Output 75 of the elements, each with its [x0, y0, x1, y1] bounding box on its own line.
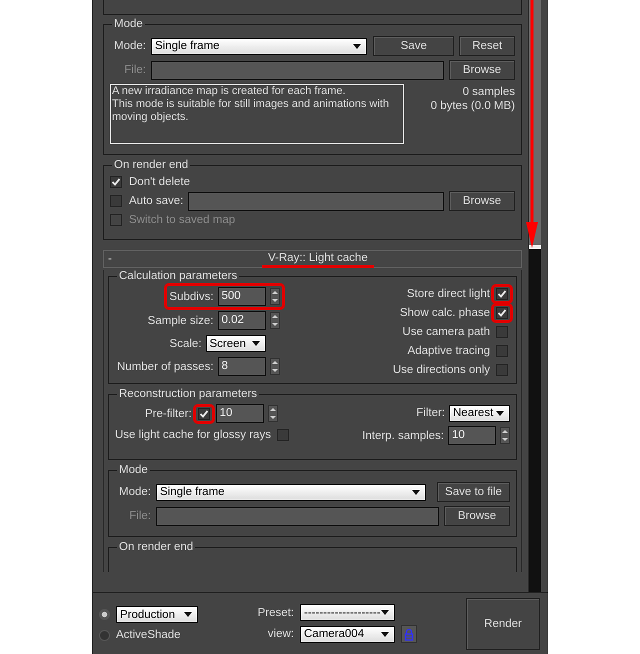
samples-count: 0 samples: [462, 85, 515, 99]
reset-button[interactable]: Reset: [459, 36, 515, 56]
render-button[interactable]: Render: [466, 598, 540, 650]
spinner-arrows-icon[interactable]: [268, 405, 278, 422]
checkbox-label: Adaptive tracing: [408, 344, 490, 356]
radio-button[interactable]: [99, 630, 110, 640]
group-title: On render end: [118, 541, 194, 553]
memory-size: 0 bytes (0.0 MB): [430, 99, 515, 113]
collapse-toggle[interactable]: -: [108, 253, 122, 265]
field-label: Sample size:: [148, 314, 214, 326]
spinner-arrows-icon[interactable]: [500, 427, 510, 444]
spinner-arrows-icon[interactable]: [270, 358, 280, 375]
dropdown[interactable]: Camera004: [300, 626, 395, 642]
field-label: Mode:: [113, 40, 146, 52]
group-title: Calculation parameters: [118, 270, 238, 282]
checkbox[interactable]: [110, 195, 122, 207]
field-label: Interp. samples:: [362, 430, 444, 442]
field-label: File:: [123, 64, 146, 76]
caret-icon: [381, 610, 389, 615]
field-label: Scale:: [170, 338, 202, 350]
checkbox[interactable]: [496, 364, 508, 376]
radio-button[interactable]: [99, 609, 110, 620]
checkbox-label: Switch to saved map: [129, 214, 236, 226]
caret-icon: [252, 341, 260, 346]
checkbox[interactable]: [496, 326, 508, 338]
dropdown[interactable]: Single frame: [156, 484, 426, 500]
dropdown[interactable]: Production: [116, 606, 198, 623]
field-label: Number of passes:: [117, 360, 214, 372]
checkbox-label: Use directions only: [392, 364, 490, 376]
caret-icon: [496, 410, 504, 416]
number-field[interactable]: 10: [448, 426, 496, 445]
checkbox-label: Show calc. phase: [400, 306, 490, 318]
dropdown[interactable]: Nearest: [449, 404, 510, 422]
field-label: Filter:: [416, 407, 445, 419]
browse-button[interactable]: Browse: [449, 191, 515, 211]
checkbox[interactable]: [496, 344, 508, 356]
checkbox-label: Auto save:: [129, 195, 184, 207]
number-field[interactable]: 0.02: [218, 311, 266, 330]
dropdown[interactable]: --------------------: [300, 604, 395, 621]
caret-icon: [381, 632, 389, 636]
field-label: Preset:: [256, 606, 294, 618]
checkbox-label: Store direct light: [406, 288, 490, 300]
group-title: Mode: [118, 464, 149, 476]
checkbox[interactable]: [110, 176, 122, 188]
field-label: Pre-filter:: [145, 408, 192, 420]
field-label: File:: [128, 510, 151, 522]
save-button[interactable]: Save: [373, 36, 454, 56]
number-field[interactable]: 8: [218, 357, 266, 376]
dropdown[interactable]: Single frame: [151, 38, 367, 54]
group-title: Reconstruction parameters: [118, 388, 258, 400]
rollout-header[interactable]: - V-Ray:: Light cache: [103, 250, 522, 268]
checkbox-label: Use camera path: [402, 326, 490, 338]
caret-icon: [184, 612, 192, 617]
caret-icon: [353, 44, 361, 48]
checkbox-label: Don't delete: [129, 176, 190, 188]
checkbox[interactable]: [276, 429, 289, 441]
spinner-arrows-icon[interactable]: [270, 312, 280, 329]
field-label: Subdivs:: [169, 290, 214, 302]
rollout-title: V-Ray:: Light cache: [262, 250, 374, 268]
checkbox-label: Use light cache for glossy rays: [115, 429, 271, 441]
number-field[interactable]: 10: [216, 404, 264, 423]
group-title: Mode: [113, 18, 144, 30]
group-title: On render end: [113, 159, 190, 171]
field-label: Mode:: [118, 486, 151, 498]
field-label: view:: [266, 628, 294, 640]
spinner-arrows-icon[interactable]: [270, 288, 280, 305]
description-text: A new irradiance map is created for each frame. This mode is suitable for still images and animations with moving objects.: [110, 84, 404, 144]
radio-label: ActiveShade: [116, 629, 181, 641]
file-field[interactable]: [188, 192, 444, 210]
number-field[interactable]: 500: [218, 287, 266, 306]
save-to-file-button[interactable]: Save to file: [437, 482, 510, 502]
file-field[interactable]: [151, 60, 444, 80]
dropdown[interactable]: Screen: [206, 335, 266, 352]
file-field[interactable]: [156, 506, 439, 526]
caret-icon: [412, 490, 420, 494]
